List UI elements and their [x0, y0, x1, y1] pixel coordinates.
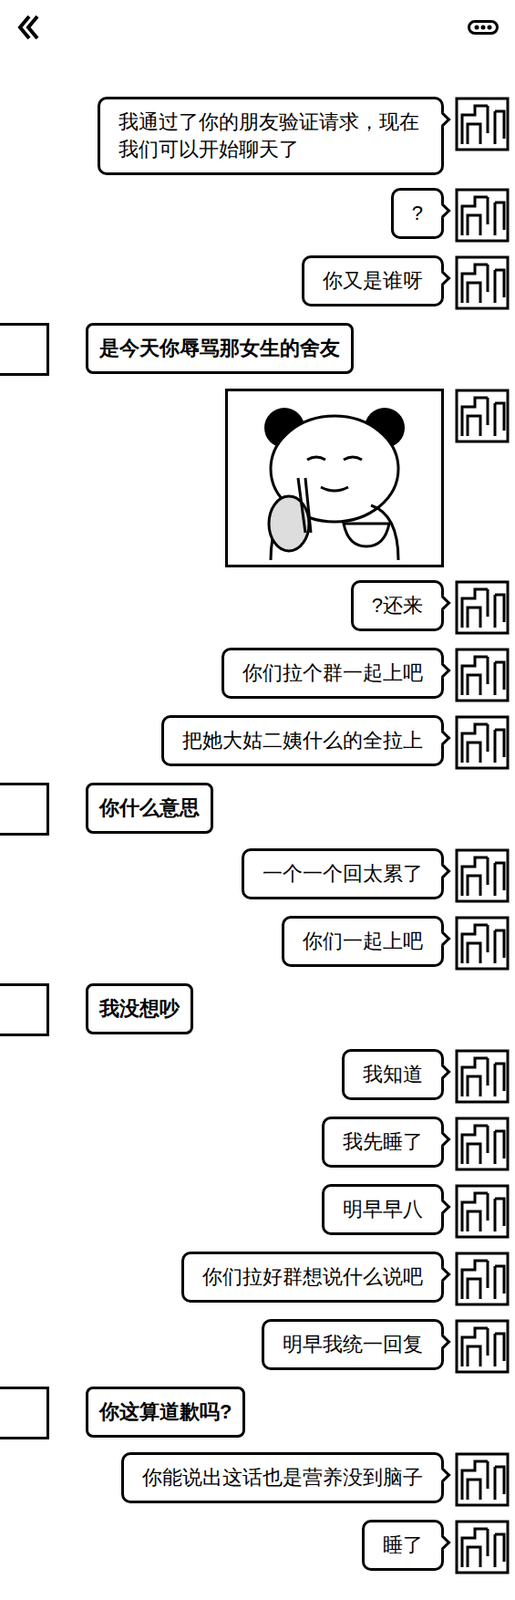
message-text: 把她大姑二姨什么的全拉上: [182, 728, 423, 752]
message-bubble[interactable]: 你什么意思: [85, 782, 214, 834]
message-row-right: 明早早八: [0, 1183, 515, 1238]
message-row-left: 是今天你辱骂那女生的舍友: [0, 322, 515, 376]
message-text: 你们拉好群想说什么说吧: [202, 1264, 423, 1288]
bubble-tail: [435, 1466, 452, 1483]
message-bubble[interactable]: ?还来: [350, 579, 444, 631]
message-text: 我先睡了: [342, 1129, 423, 1153]
bubble-tail: [435, 930, 452, 947]
bubble-tail: [435, 730, 452, 746]
more-icon[interactable]: [467, 20, 499, 35]
message-text: 明早我统一回复: [282, 1331, 423, 1355]
avatar-icon[interactable]: [454, 1518, 510, 1574]
bubble-tail: [435, 1534, 452, 1550]
sticker[interactable]: [225, 388, 444, 567]
message-bubble[interactable]: 是今天你辱骂那女生的舍友: [85, 322, 354, 374]
message-row-right: 你们一起上吧: [0, 915, 515, 970]
avatar-icon[interactable]: [454, 388, 510, 443]
message-row-left: 你这算道歉吗?: [0, 1385, 515, 1439]
message-bubble[interactable]: 我知道: [341, 1048, 444, 1100]
bubble-tail: [435, 112, 452, 128]
bubble-tail: [435, 270, 452, 287]
message-list: 我通过了你的朋友验证请求，现在我们可以开始聊天了? 你又是谁呀是今天你辱骂那女生的…: [0, 54, 515, 1585]
message-text: ?还来: [371, 593, 423, 617]
message-text: ?: [412, 201, 423, 225]
message-row-right: 睡了: [0, 1518, 515, 1574]
avatar-icon[interactable]: [454, 847, 510, 903]
message-row-right: 把她大姑二姨什么的全拉上: [0, 714, 515, 770]
message-row-right: 我先睡了: [0, 1115, 515, 1171]
bubble-tail: [435, 1266, 452, 1282]
header-bar: [0, 0, 515, 55]
message-row-right: 明早我统一回复: [0, 1318, 515, 1373]
message-bubble[interactable]: 你们拉个群一起上吧: [221, 647, 444, 699]
message-bubble[interactable]: 我通过了你的朋友验证请求，现在我们可以开始聊天了: [97, 96, 444, 176]
message-bubble[interactable]: 我没想吵: [85, 982, 194, 1034]
message-bubble[interactable]: 我先睡了: [321, 1115, 444, 1167]
message-text: 睡了: [382, 1532, 423, 1556]
message-bubble[interactable]: 一个一个回太累了: [241, 847, 444, 899]
avatar[interactable]: [0, 322, 50, 376]
message-text: 我知道: [362, 1061, 423, 1085]
message-bubble[interactable]: 你能说出这话也是营养没到脑子: [121, 1451, 444, 1503]
bubble-tail: [435, 1131, 452, 1147]
message-text: 明早早八: [342, 1196, 423, 1220]
message-row-right: ?: [0, 187, 515, 243]
avatar-icon[interactable]: [454, 714, 510, 770]
bubble-tail: [435, 203, 452, 219]
avatar-icon[interactable]: [454, 647, 510, 702]
message-bubble[interactable]: 你们一起上吧: [281, 915, 444, 967]
avatar-icon[interactable]: [454, 96, 510, 152]
bubble-tail: [435, 1333, 452, 1350]
message-row-right: 你们拉个群一起上吧: [0, 647, 515, 702]
message-row-right: [0, 388, 515, 567]
message-bubble[interactable]: 睡了: [361, 1518, 444, 1570]
message-text: 你们一起上吧: [302, 928, 423, 952]
bubble-tail: [435, 1063, 452, 1080]
message-text: 你们拉个群一起上吧: [242, 660, 423, 684]
message-text: 一个一个回太累了: [262, 861, 423, 885]
avatar-icon[interactable]: [454, 1250, 510, 1306]
message-row-right: 你又是谁呀: [0, 255, 515, 310]
avatar-icon[interactable]: [454, 1115, 510, 1171]
avatar-icon[interactable]: [454, 1451, 510, 1506]
avatar-icon[interactable]: [454, 1318, 510, 1373]
message-row-right: 我知道: [0, 1048, 515, 1103]
message-bubble[interactable]: 你又是谁呀: [301, 255, 444, 307]
message-row-right: 你能说出这话也是营养没到脑子: [0, 1451, 515, 1506]
bubble-tail: [435, 863, 452, 879]
message-row-right: 你们拉好群想说什么说吧: [0, 1250, 515, 1306]
message-bubble[interactable]: ?: [391, 187, 444, 239]
message-bubble[interactable]: 把她大姑二姨什么的全拉上: [161, 714, 444, 766]
back-icon[interactable]: [16, 13, 41, 42]
message-row-left: 你什么意思: [0, 782, 515, 835]
avatar-icon[interactable]: [454, 1048, 510, 1103]
message-bubble[interactable]: 你们拉好群想说什么说吧: [181, 1250, 444, 1302]
message-text: 你能说出这话也是营养没到脑子: [142, 1464, 423, 1488]
avatar-icon[interactable]: [454, 187, 510, 243]
message-bubble[interactable]: 明早早八: [321, 1183, 444, 1235]
chat-screen: 我通过了你的朋友验证请求，现在我们可以开始聊天了? 你又是谁呀是今天你辱骂那女生的…: [0, 0, 515, 1599]
panda-sticker-icon: [234, 395, 435, 560]
message-row-right: ?还来: [0, 579, 515, 635]
avatar[interactable]: [0, 782, 50, 835]
message-row-right: 一个一个回太累了: [0, 847, 515, 903]
avatar-icon[interactable]: [454, 1183, 510, 1238]
message-row-right: 我通过了你的朋友验证请求，现在我们可以开始聊天了: [0, 96, 515, 176]
bubble-tail: [435, 595, 452, 611]
avatar-icon[interactable]: [454, 255, 510, 310]
message-bubble[interactable]: 你这算道歉吗?: [85, 1385, 246, 1437]
avatar[interactable]: [0, 982, 50, 1036]
message-text: 我通过了你的朋友验证请求，现在我们可以开始聊天了: [118, 110, 420, 161]
avatar-icon[interactable]: [454, 579, 510, 635]
message-bubble[interactable]: 明早我统一回复: [261, 1318, 444, 1370]
avatar[interactable]: [0, 1385, 50, 1439]
avatar-icon[interactable]: [454, 915, 510, 970]
message-row-left: 我没想吵: [0, 982, 515, 1036]
bubble-tail: [435, 1198, 452, 1215]
message-text: 你又是谁呀: [322, 268, 423, 292]
bubble-tail: [435, 662, 452, 679]
